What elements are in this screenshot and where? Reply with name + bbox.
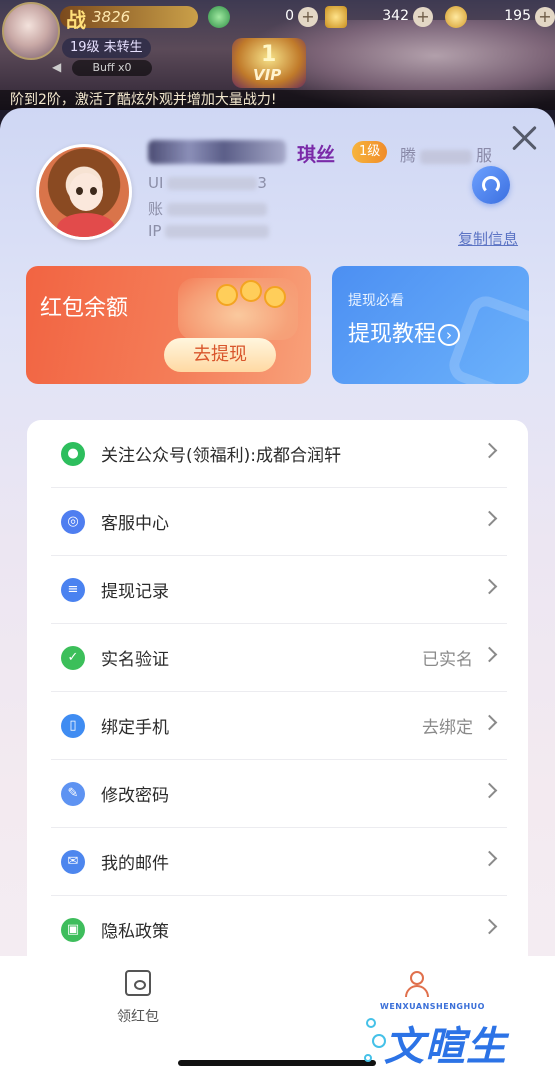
chevron-right-icon [481,646,498,663]
chevron-right-icon [481,578,498,595]
tutorial-title: 提现教程 › [348,316,461,348]
gold-ingot-icon [325,6,347,28]
vip-badge[interactable]: 1 VIP [232,38,306,88]
uid-line: UI 3 [148,174,267,192]
ip-label: IP [148,222,162,240]
redpacket-balance-card: 红包余额 去提现 [26,266,311,384]
level-status: 19级 未转生 [62,38,151,58]
customer-service-icon[interactable] [472,166,510,204]
chevron-right-icon [481,714,498,731]
power-label: 战 [66,8,86,32]
withdraw-tutorial-card[interactable]: 提现必看 提现教程 › [332,266,529,384]
menu-item[interactable]: ✎ 修改密码 [51,760,507,828]
menu-item-label: 实名验证 [101,650,169,670]
jade-icon [208,6,230,28]
tutorial-subtitle: 提现必看 [348,293,404,309]
add-jade-button[interactable]: + [298,7,318,27]
menu-item-label: 隐私政策 [101,922,169,942]
menu-item-label: 我的邮件 [101,854,169,874]
game-avatar[interactable] [2,2,60,60]
nickname: 琪丝 [297,144,336,166]
add-gold-button[interactable]: + [413,7,433,27]
resource-jade: 0 + [208,6,318,28]
coin-icon [445,6,467,28]
resource-coin: 195 + [445,6,555,28]
redpacket-icon [125,970,151,996]
server-name: 腾服 [400,142,492,166]
watermark-small-text: WENXUANSHENGHUO [380,1002,485,1011]
verified-icon: ✓ [61,646,85,670]
resource-gold: 342 + [325,6,433,28]
menu-item-label: 绑定手机 [101,718,169,738]
user-icon [403,970,429,997]
copy-info-link[interactable]: 复制信息 [458,228,518,249]
vip-label: VIP [253,66,282,84]
resource-coin-value: 195 [504,8,531,24]
chevron-right-icon [481,782,498,799]
chevron-right-icon [481,918,498,935]
tab-redpacket-label: 领红包 [117,1009,159,1025]
account-panel: 琪丝 1级 腾服 UI 3 账 IP 复制信息 红包余额 去提现 提现必看 提现教… [0,108,555,1080]
server-prefix: 腾 [400,146,417,165]
record-icon: ≡ [61,578,85,602]
menu-item-label: 关注公众号(领福利):成都合润轩 [101,446,341,466]
menu-item-value: 去绑定 [422,718,473,738]
menu-item[interactable]: ◎ 客服中心 [51,488,507,556]
watermark-logo: WENXUANSHENGHUO 文暄生活 [364,1002,540,1074]
level-badge: 1级 [352,141,388,163]
account-line: 账 [148,198,268,219]
resource-gold-value: 342 [382,8,409,24]
menu-item[interactable]: ✉ 我的邮件 [51,828,507,896]
add-coin-button[interactable]: + [535,7,555,27]
menu-item-label: 客服中心 [101,514,169,534]
privacy-icon: ▣ [61,918,85,942]
close-button[interactable] [508,122,540,154]
power-value: 3826 [92,8,131,26]
resource-jade-value: 0 [285,8,294,24]
coin-icon [216,284,238,306]
power-bar: 战 3826 [60,6,198,32]
withdraw-button[interactable]: 去提现 [164,338,276,372]
game-header: 战 3826 0 + 342 + 195 + 19级 未转生 ◀ Buff x0… [0,0,555,110]
buff-indicator: Buff x0 [72,60,152,76]
profile-avatar [36,144,132,240]
wechat-icon: ● [61,442,85,466]
menu-item[interactable]: ▯ 绑定手机 去绑定 [51,692,507,760]
username-redacted [148,140,286,164]
menu-item-label: 修改密码 [101,786,169,806]
arrow-circle-icon: › [438,324,461,346]
account-label: 账 [148,200,164,218]
menu-item[interactable]: ● 关注公众号(领福利):成都合润轩 [51,420,507,488]
menu-item-value: 已实名 [422,650,473,670]
coin-icon [264,286,286,308]
tab-redpacket[interactable]: 领红包 [78,970,198,1030]
coin-icon [240,280,262,302]
announcement-marquee: 阶到2阶，激活了酷炫外观并增加大量战力! [0,90,555,110]
chevron-right-icon [481,510,498,527]
menu-item[interactable]: ≡ 提现记录 [51,556,507,624]
headset-icon: ◎ [61,510,85,534]
volume-icon[interactable]: ◀ [52,60,61,74]
ip-line: IP [148,222,270,240]
home-indicator [178,1060,376,1066]
menu-item-label: 提现记录 [101,582,169,602]
watermark-text: 文暄生活 [384,1024,507,1070]
chevron-right-icon [481,442,498,459]
menu-item[interactable]: ▣ 隐私政策 [51,896,507,964]
menu-item[interactable]: ✓ 实名验证 已实名 [51,624,507,692]
phone-icon: ▯ [61,714,85,738]
server-suffix: 服 [476,146,493,165]
uid-label: UI [148,174,164,192]
chevron-right-icon [481,850,498,867]
redpacket-title: 红包余额 [40,296,129,321]
settings-menu: ● 关注公众号(领福利):成都合润轩 ◎ 客服中心 ≡ 提现记录 ✓ 实名验证 已实名 ▯ 绑定手机… [27,420,528,980]
uid-tail: 3 [257,174,267,192]
vip-level: 1 [261,42,277,67]
edit-password-icon: ✎ [61,782,85,806]
mail-icon: ✉ [61,850,85,874]
